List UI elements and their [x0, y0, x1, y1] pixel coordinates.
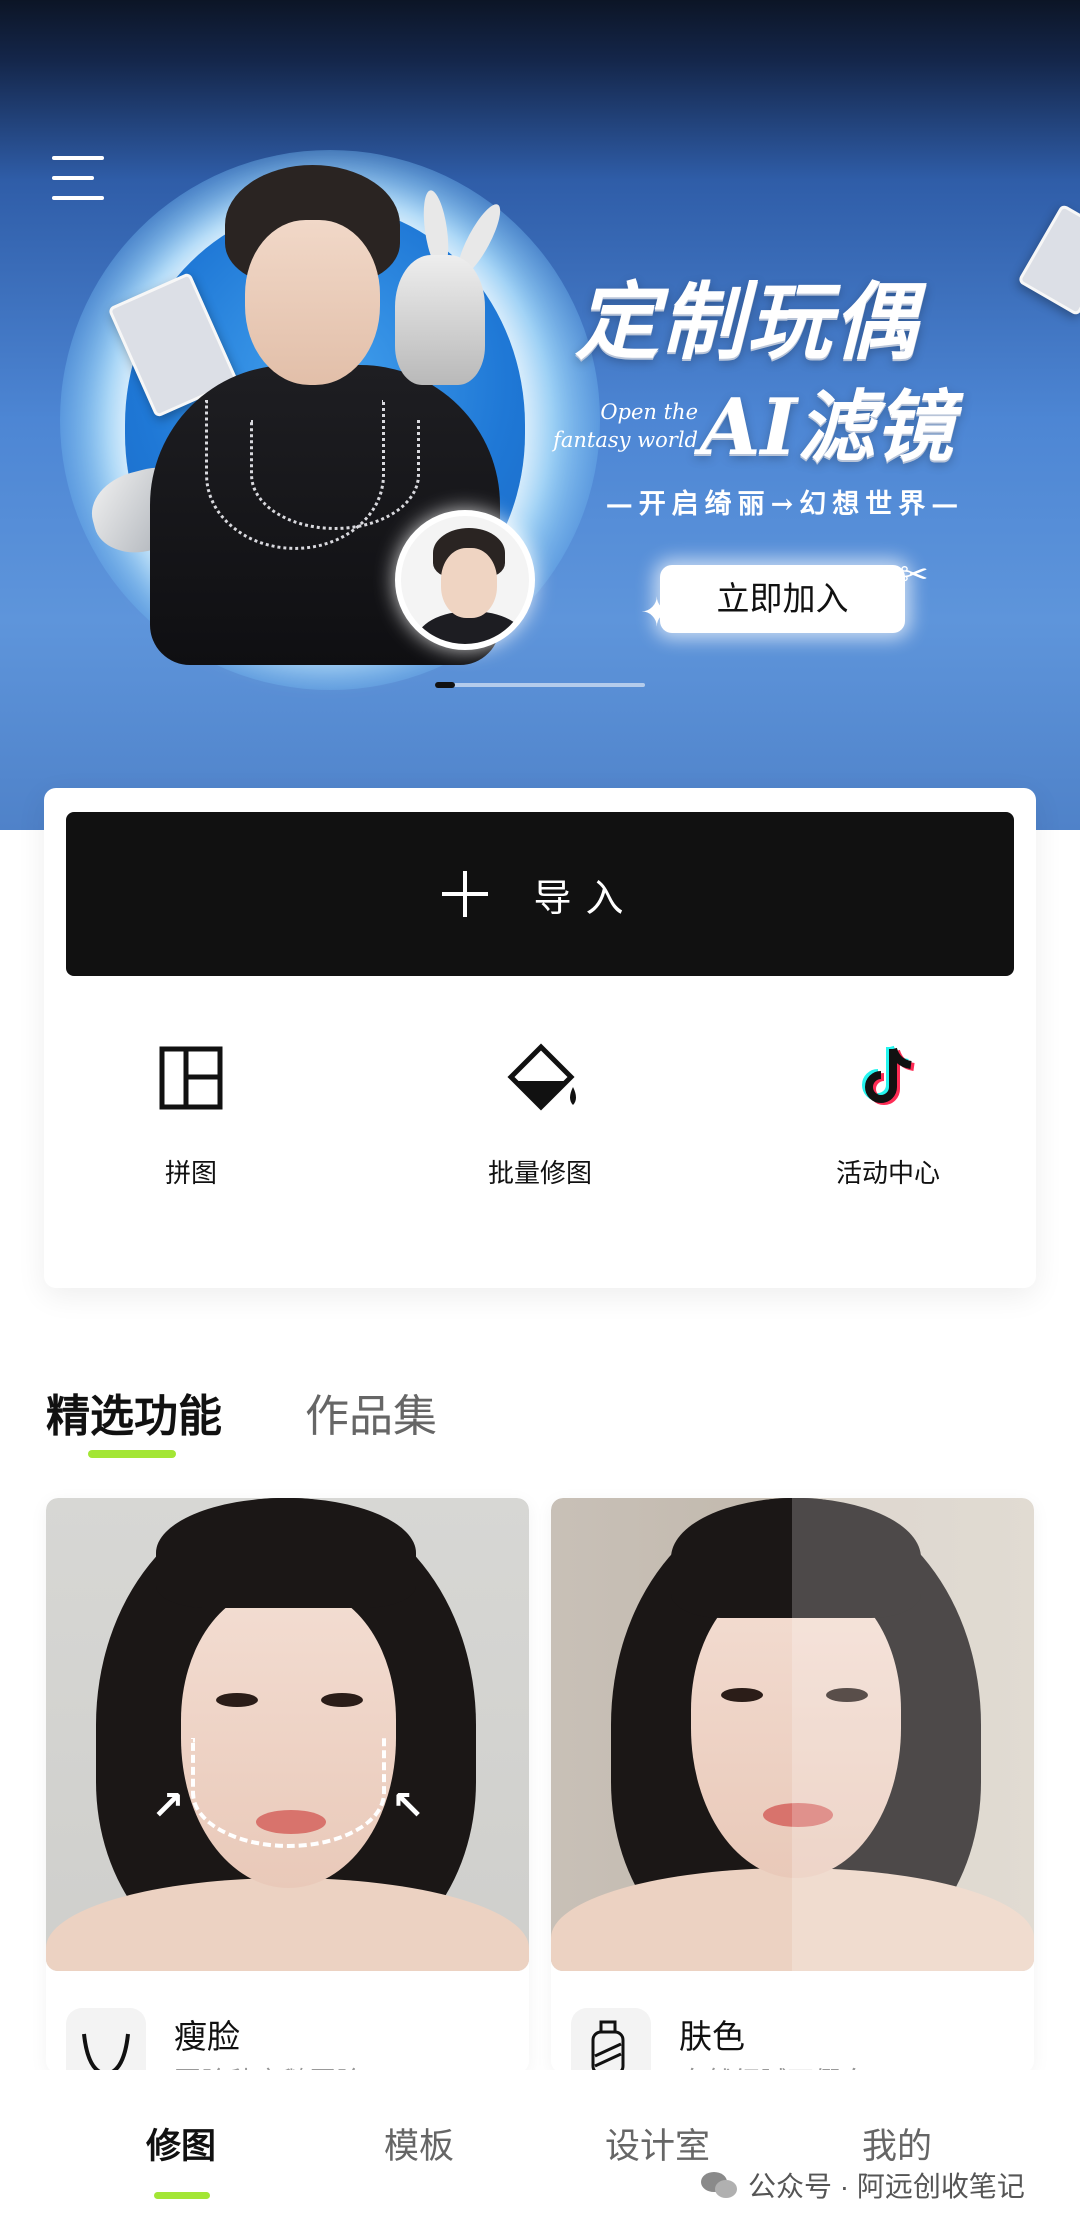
tab-featured[interactable]: 精选功能	[46, 1380, 222, 1444]
promo-english-line2: fantasy world	[553, 428, 698, 452]
nav-active-indicator	[154, 2192, 210, 2199]
tab-portfolio[interactable]: 作品集	[305, 1380, 437, 1444]
face-slim-icon	[66, 2008, 146, 2073]
watermark-text: 公众号 · 阿远创收笔记	[748, 2171, 1025, 2202]
quick-actions-card: 导入 拼图 批量修图 活动中心	[44, 788, 1036, 1288]
promo-english-line1: Open the	[600, 400, 698, 424]
feature-image-slim-face: ↗ ↖	[46, 1498, 529, 1971]
nav-item-design-studio[interactable]: 设计室	[605, 2118, 710, 2169]
menu-icon[interactable]	[52, 152, 110, 204]
tool-collage[interactable]: 拼图	[81, 1043, 301, 1193]
feature-card-slim-face[interactable]: ↗ ↖ 瘦脸 圆脸秒变鹅蛋脸	[46, 1498, 529, 2073]
feature-title: 肤色	[679, 2018, 745, 2055]
nav-item-profile[interactable]: 我的	[862, 2118, 932, 2169]
avatar	[395, 510, 535, 650]
promo-banner[interactable]: 定制玩偶 Open the fantasy world AI滤镜 —开启绮丽→幻…	[0, 0, 1080, 830]
tiktok-icon	[853, 1043, 923, 1113]
promo-title-line1: 定制玩偶	[575, 272, 920, 371]
tool-label: 拼图	[164, 1158, 217, 1188]
import-button[interactable]: 导入	[66, 812, 1014, 976]
watermark: 公众号 · 阿远创收笔记	[700, 2165, 1025, 2205]
chain-decoration	[250, 420, 420, 530]
import-label: 导入	[533, 877, 638, 920]
tool-activity-center[interactable]: 活动中心	[778, 1043, 998, 1193]
paint-bucket-icon	[505, 1043, 576, 1113]
tool-batch-edit[interactable]: 批量修图	[430, 1043, 650, 1193]
nav-item-edit[interactable]: 修图	[146, 2118, 216, 2169]
carousel-indicator-active	[435, 682, 455, 688]
feature-card-skin-tone[interactable]: 肤色 自然细腻不假白	[551, 1498, 1034, 2073]
feature-image-skin-tone	[551, 1498, 1034, 1971]
plus-icon	[442, 871, 489, 917]
scissors-icon: ✂	[900, 555, 929, 595]
collage-icon	[156, 1043, 226, 1113]
rabbit-figure	[395, 255, 485, 385]
carousel-indicator	[435, 682, 645, 688]
skin-tone-icon	[571, 2008, 651, 2073]
doll-figure-face	[245, 220, 380, 385]
promo-subtitle: —开启绮丽→幻想世界—	[605, 489, 965, 520]
feature-title: 瘦脸	[174, 2018, 240, 2055]
wechat-icon	[700, 2170, 738, 2200]
tool-label: 批量修图	[487, 1158, 592, 1188]
tab-active-indicator	[88, 1450, 176, 1458]
tool-label: 活动中心	[835, 1158, 940, 1188]
nav-item-templates[interactable]: 模板	[384, 2118, 454, 2169]
bottom-navigation: 修图 模板 设计室 我的 公众号 · 阿远创收笔记	[0, 2070, 1080, 2215]
promo-english-text: Open the fantasy world	[548, 398, 698, 454]
join-now-button[interactable]: 立即加入	[660, 565, 905, 633]
promo-title-line2: AI滤镜	[700, 382, 954, 473]
